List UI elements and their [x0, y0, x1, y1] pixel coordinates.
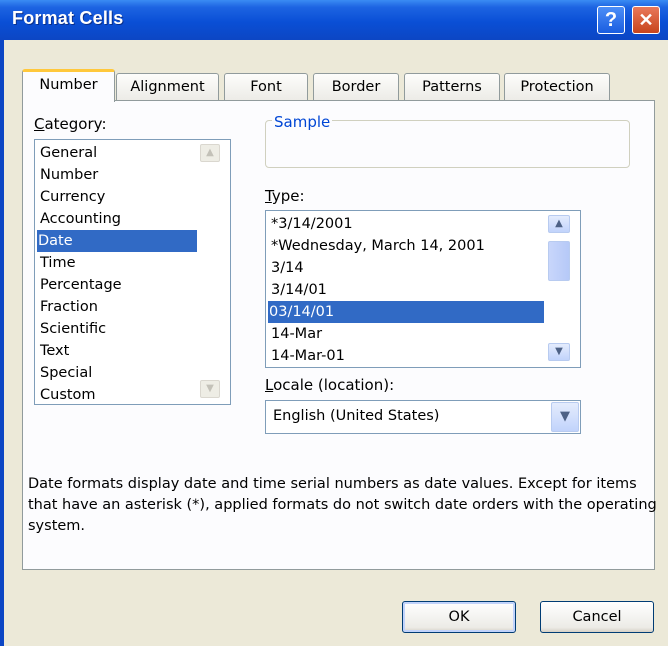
category-item-special[interactable]: Special — [39, 362, 210, 384]
sample-label: Sample — [272, 113, 333, 131]
category-item-custom[interactable]: Custom — [39, 384, 210, 404]
tab-protection[interactable]: Protection — [504, 73, 610, 101]
type-item[interactable]: 3/14/01 — [270, 279, 560, 301]
category-item-time[interactable]: Time — [39, 252, 210, 274]
category-item-percentage[interactable]: Percentage — [39, 274, 210, 296]
tab-border[interactable]: Border — [313, 73, 399, 101]
type-item[interactable]: 3/14 — [270, 257, 560, 279]
category-listbox[interactable]: General Number Currency Accounting Date … — [34, 139, 231, 405]
format-description: Date formats display date and time seria… — [28, 476, 657, 534]
dialog-title: Format Cells — [12, 8, 124, 28]
category-scrollbar[interactable]: ▲ ▼ — [200, 140, 220, 404]
type-scrollbar[interactable]: ▲ ▼ — [548, 211, 570, 367]
chevron-down-icon[interactable]: ▼ — [551, 402, 579, 432]
close-button[interactable]: ✕ — [632, 6, 660, 34]
category-item-number[interactable]: Number — [39, 164, 210, 186]
ok-button[interactable]: OK — [402, 601, 516, 633]
scroll-up-icon[interactable]: ▲ — [548, 215, 570, 233]
category-item-currency[interactable]: Currency — [39, 186, 210, 208]
category-item-general[interactable]: General — [39, 142, 210, 164]
type-listbox[interactable]: *3/14/2001 *Wednesday, March 14, 2001 3/… — [265, 210, 581, 368]
category-label: Category: — [34, 115, 107, 133]
type-item[interactable]: 14-Mar — [270, 323, 560, 345]
locale-select[interactable]: English (United States) ▼ — [265, 400, 581, 434]
tab-font[interactable]: Font — [224, 73, 308, 101]
locale-label: Locale (location): — [265, 376, 395, 394]
scroll-up-icon[interactable]: ▲ — [200, 144, 220, 162]
scroll-down-icon[interactable]: ▼ — [548, 343, 570, 361]
type-item-selected[interactable]: 03/14/01 — [268, 301, 544, 323]
type-label: Type: — [265, 187, 305, 205]
locale-value: English (United States) — [273, 408, 440, 424]
scroll-thumb[interactable] — [548, 241, 570, 281]
category-item-text[interactable]: Text — [39, 340, 210, 362]
scroll-down-icon[interactable]: ▼ — [200, 380, 220, 398]
format-cells-dialog: Format Cells ? ✕ Number Alignment Font B… — [0, 0, 668, 646]
category-item-scientific[interactable]: Scientific — [39, 318, 210, 340]
tab-number[interactable]: Number — [22, 69, 115, 102]
category-item-date[interactable]: Date — [37, 230, 197, 252]
type-item[interactable]: 14-Mar-01 — [270, 345, 560, 367]
type-item[interactable]: *Wednesday, March 14, 2001 — [270, 235, 560, 257]
category-item-accounting[interactable]: Accounting — [39, 208, 210, 230]
type-item[interactable]: *3/14/2001 — [270, 213, 560, 235]
tab-alignment[interactable]: Alignment — [116, 73, 219, 101]
cancel-button[interactable]: Cancel — [540, 601, 654, 633]
tab-patterns[interactable]: Patterns — [404, 73, 500, 101]
title-bar[interactable]: Format Cells ? ✕ — [0, 0, 668, 40]
help-button[interactable]: ? — [597, 6, 625, 34]
category-item-fraction[interactable]: Fraction — [39, 296, 210, 318]
